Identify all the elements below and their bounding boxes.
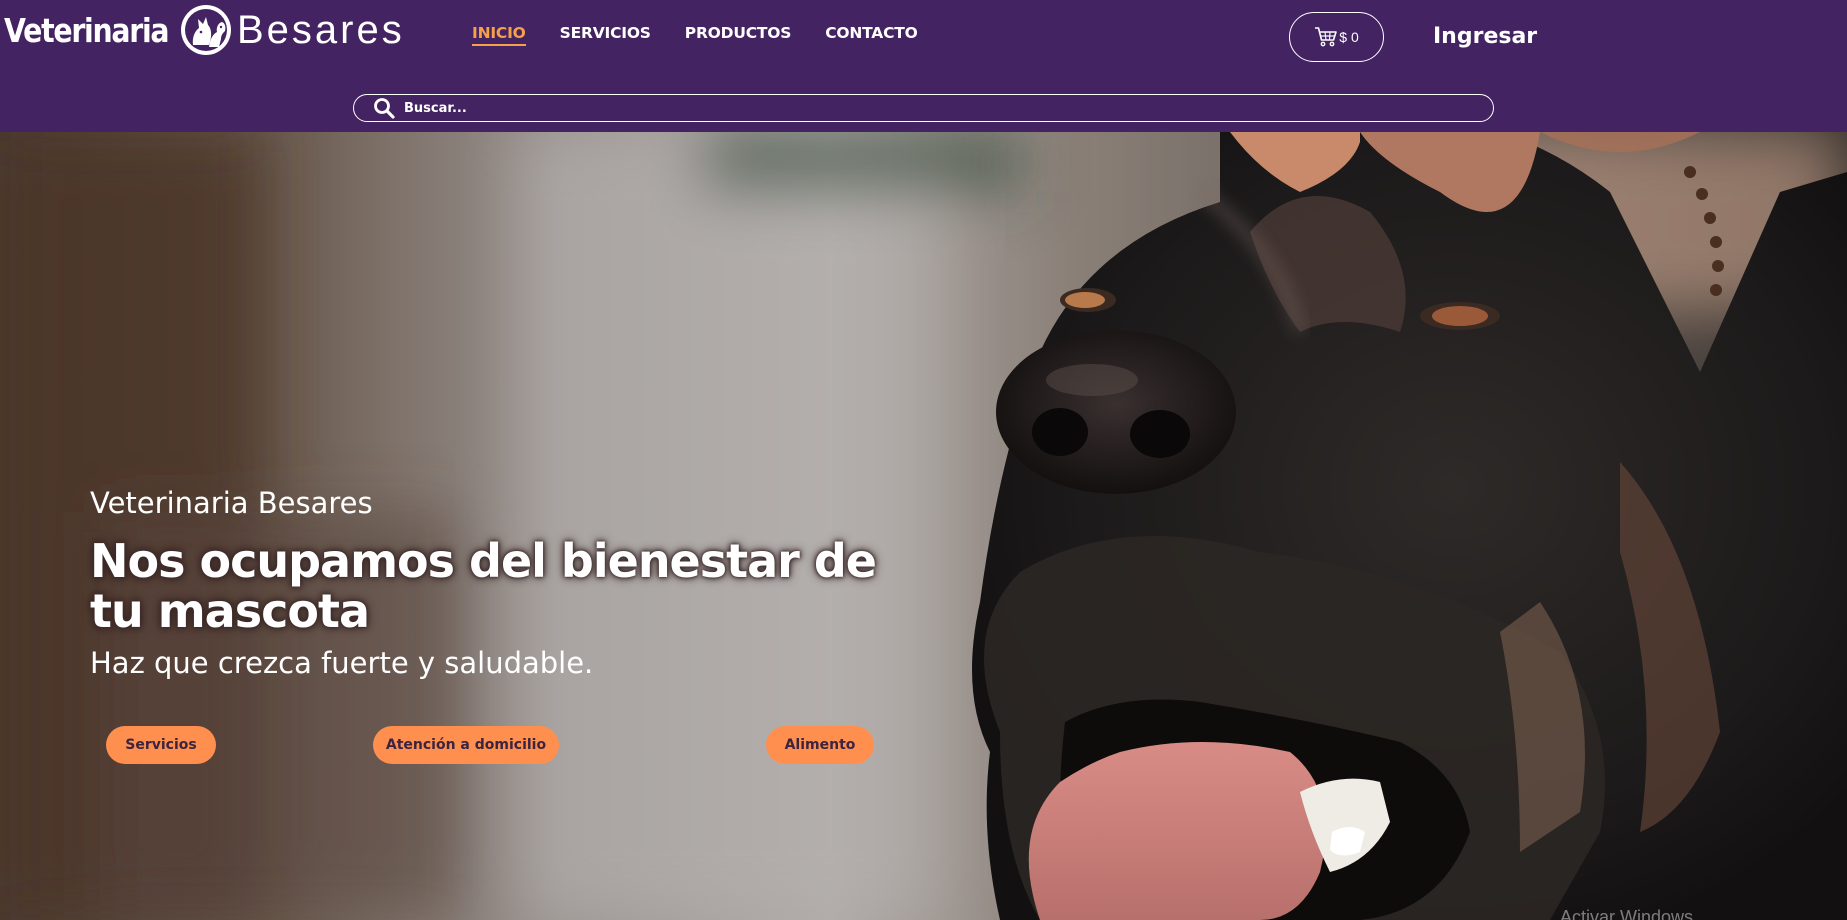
nav-link-contacto[interactable]: CONTACTO <box>825 24 918 46</box>
hero-banner: Veterinaria Besares Nos ocupamos del bie… <box>0 132 1847 920</box>
brand-logo[interactable]: Veterinaria Besares <box>4 2 405 58</box>
hero-subtitle: Haz que crezca fuerte y saludable. <box>90 646 594 680</box>
alimento-button[interactable]: Alimento <box>766 726 874 764</box>
nav-link-servicios[interactable]: SERVICIOS <box>560 24 651 46</box>
windows-activation-watermark: Activar Windows <box>1560 907 1694 920</box>
hero-brand: Veterinaria Besares <box>90 486 373 520</box>
shopping-cart-icon <box>1315 27 1338 47</box>
login-link[interactable]: Ingresar <box>1433 24 1537 49</box>
main-nav: INICIO SERVICIOS PRODUCTOS CONTACTO <box>472 24 952 46</box>
hero-headline: Nos ocupamos del bienestar de tu mascota <box>90 534 877 638</box>
site-header: Veterinaria Besares INICIO SERVICIOS PRO… <box>0 0 1847 132</box>
cart-button[interactable]: $ 0 <box>1289 12 1384 62</box>
brand-word-2: Besares <box>236 7 405 52</box>
brand-word-1: Veterinaria <box>4 10 170 50</box>
search-icon[interactable] <box>373 97 395 119</box>
search-input[interactable] <box>404 100 1464 116</box>
cart-total: $ 0 <box>1339 29 1359 45</box>
nav-link-inicio[interactable]: INICIO <box>472 24 526 46</box>
hero-text-block: Veterinaria Besares Nos ocupamos del bie… <box>90 486 910 680</box>
atencion-domicilio-button[interactable]: Atención a domicilio <box>373 726 559 764</box>
search-bar[interactable] <box>353 94 1494 122</box>
cat-and-dog-icon <box>180 5 231 55</box>
nav-link-productos[interactable]: PRODUCTOS <box>685 24 792 46</box>
servicios-button[interactable]: Servicios <box>106 726 216 764</box>
